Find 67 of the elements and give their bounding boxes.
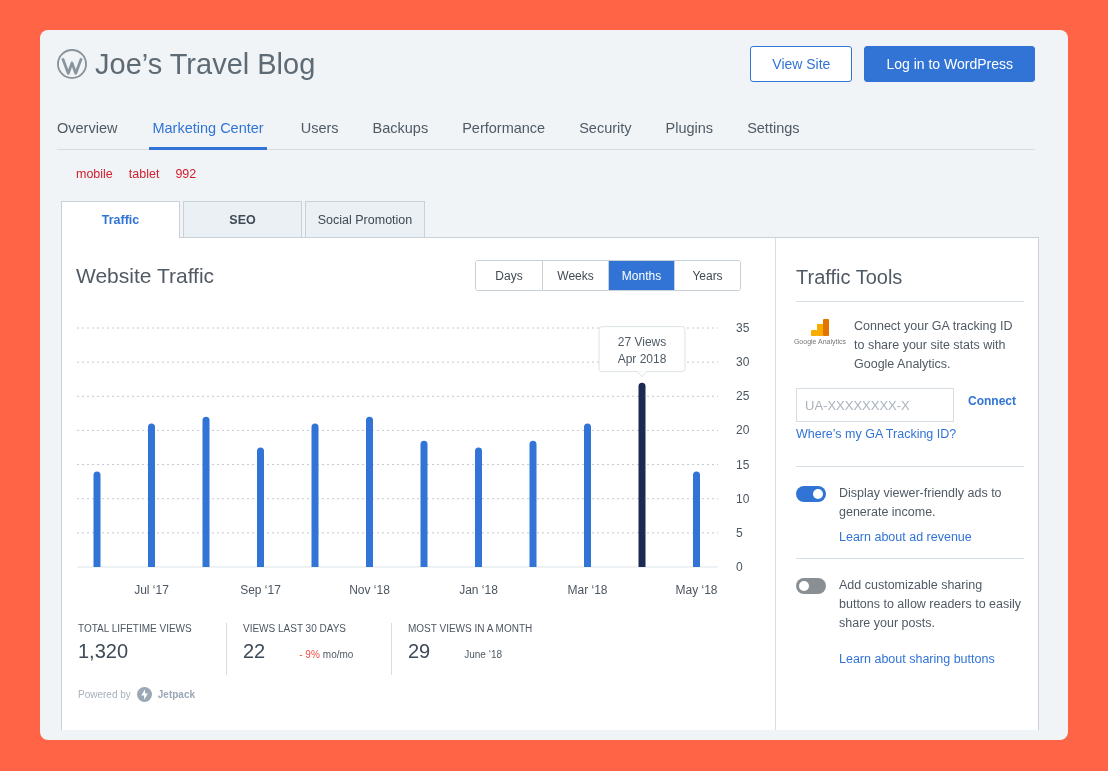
nav-tab[interactable]: Marketing Center <box>149 114 267 150</box>
login-button[interactable]: Log in to WordPress <box>864 46 1035 82</box>
stat-note: June ‘18 <box>464 649 503 660</box>
x-axis-label: Nov ‘18 <box>349 583 390 597</box>
section-tab[interactable]: Traffic <box>61 201 180 238</box>
chart-bar[interactable] <box>529 440 537 567</box>
stat-label: MOST VIEWS IN A MONTH <box>408 623 533 634</box>
tools-title: Traffic Tools <box>796 266 1024 302</box>
chart-bar[interactable] <box>420 440 428 567</box>
x-axis-label: Jan ‘18 <box>459 583 498 597</box>
stat-change-unit: mo/mo <box>322 649 354 660</box>
x-axis-label: Sep ‘17 <box>240 583 281 597</box>
tooltip-value: 27 Views <box>617 334 667 349</box>
ga-description: Connect your GA tracking ID to share your site stats with Google Analytics. <box>854 318 1014 373</box>
chart-bar[interactable] <box>311 423 319 567</box>
tooltip-date: Apr 2018 <box>617 351 667 366</box>
nav-tab[interactable]: Users <box>300 114 339 149</box>
nav-tab[interactable]: Backups <box>372 114 429 149</box>
section-tab[interactable]: SEO <box>183 201 302 237</box>
y-axis-label: 10 <box>736 491 750 506</box>
chart-bar[interactable] <box>93 471 101 567</box>
stat-change: - 9% <box>299 649 320 660</box>
learn-more-link[interactable]: Learn about sharing buttons <box>839 652 1024 666</box>
breakpoint-label: mobile <box>76 167 113 181</box>
y-axis-label: 0 <box>736 560 743 574</box>
y-axis-label: 30 <box>736 355 750 370</box>
wordpress-logo-icon <box>57 49 87 79</box>
jetpack-brand-text: Jetpack <box>157 689 196 700</box>
view-site-button[interactable]: View Site <box>750 46 853 82</box>
nav-tab[interactable]: Overview <box>57 114 118 149</box>
chart-bar[interactable] <box>638 382 646 567</box>
section-tab[interactable]: Social Promotion <box>305 201 425 237</box>
tracking-id-input[interactable]: UA-XXXXXXXX-X <box>796 388 954 422</box>
section-title: Website Traffic <box>76 263 215 288</box>
x-axis-label: Jul ‘17 <box>134 583 169 597</box>
stat-label: TOTAL LIFETIME VIEWS <box>78 623 193 634</box>
nav-tab[interactable]: Settings <box>747 114 800 149</box>
connect-link[interactable]: Connect <box>968 394 1016 408</box>
range-button[interactable]: Months <box>608 261 674 290</box>
stat-value: 29 <box>408 640 431 663</box>
site-title: Joe’s Travel Blog <box>95 47 316 81</box>
toggle-description: Display viewer-friendly ads to generate income. <box>839 485 1003 521</box>
x-axis-label: May ‘18 <box>675 583 718 597</box>
chart-bar[interactable] <box>202 416 210 567</box>
x-axis-label: Mar ‘18 <box>567 583 608 597</box>
stat-value: 22 <box>243 640 266 663</box>
y-axis-label: 5 <box>736 525 743 540</box>
nav-tab[interactable]: Plugins <box>665 114 714 149</box>
toggle-switch[interactable] <box>796 486 826 502</box>
y-axis-label: 20 <box>736 423 750 438</box>
learn-more-link[interactable]: Learn about ad revenue <box>839 530 1024 544</box>
toggle-switch[interactable] <box>796 578 826 594</box>
nav-tab[interactable]: Security <box>579 114 632 149</box>
y-axis-label: 25 <box>736 389 750 404</box>
range-button[interactable]: Years <box>674 261 740 290</box>
tracking-id-help-link[interactable]: Where’s my GA Tracking ID? <box>796 427 1024 467</box>
breakpoint-label: 992 <box>175 167 197 181</box>
breakpoint-label: tablet <box>128 167 160 181</box>
bar-chart-icon <box>811 319 829 336</box>
powered-by-text: Powered by <box>78 689 131 700</box>
lightning-icon <box>136 687 152 702</box>
y-axis-label: 15 <box>736 457 750 472</box>
stat-label: VIEWS LAST 30 DAYS <box>243 623 347 634</box>
y-axis-label: 35 <box>736 321 750 335</box>
nav-tab[interactable]: Performance <box>462 114 546 149</box>
stat-value: 1,320 <box>78 640 129 663</box>
toggle-description: Add customizable sharing buttons to allow readers to easily share your posts. <box>839 577 1023 632</box>
